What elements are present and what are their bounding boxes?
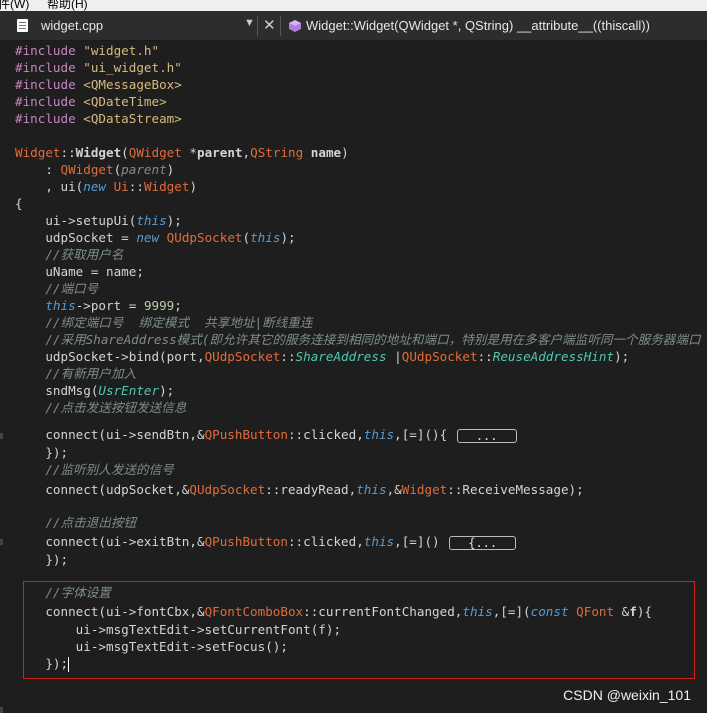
fold-marker[interactable] [0, 539, 3, 545]
code-line: ui->setupUi(this); [15, 213, 182, 228]
code-line: connect(ui->exitBtn,&QPushButton::clicke… [15, 533, 517, 550]
code-editor[interactable]: #include "widget.h" #include "ui_widget.… [0, 41, 707, 713]
code-line: connect(udpSocket,&QUdpSocket::readyRead… [15, 482, 584, 497]
code-comment: //端口号 [15, 281, 99, 296]
code-line: #include "ui_widget.h" [15, 60, 182, 75]
editor-tab-bar: widget.cpp ▼ ✕ Widget::Widget(QWidget *,… [0, 11, 707, 41]
text-cursor [68, 657, 70, 672]
code-line: , ui(new Ui::Widget) [15, 179, 198, 194]
code-line: }); [15, 445, 69, 460]
code-comment: //字体设置 [15, 585, 111, 600]
divider [280, 16, 281, 36]
file-icon [17, 19, 28, 32]
function-selector[interactable]: Widget::Widget(QWidget *, QString) __att… [306, 18, 650, 33]
fold-marker[interactable] [0, 433, 3, 439]
code-comment: //获取用户名 [15, 247, 124, 262]
code-line: #include <QDataStream> [15, 111, 182, 126]
code-line: Widget::Widget(QWidget *parent,QString n… [15, 145, 349, 160]
menu-bar: 件(W) 帮助(H) [0, 0, 707, 11]
file-name-label[interactable]: widget.cpp [41, 18, 103, 33]
function-symbol-icon [289, 20, 301, 32]
code-comment: //监听别人发送的信号 [15, 462, 174, 477]
code-line: this->port = 9999; [45, 298, 182, 313]
code-line: connect(ui->fontCbx,&QFontComboBox::curr… [15, 604, 653, 619]
code-comment: //点击发送按钮发送信息 [15, 400, 187, 415]
code-line: }); [15, 656, 70, 672]
code-comment: //采用ShareAddress模式(即允许其它的服务连接到相同的地址和端口，特… [15, 332, 701, 347]
code-line: #include <QMessageBox> [15, 77, 182, 92]
code-line: : QWidget(parent) [15, 162, 175, 177]
code-line: #include <QDateTime> [15, 94, 167, 109]
code-comment: //点击退出按钮 [15, 515, 137, 530]
code-comment: //绑定端口号 绑定模式 共享地址|断线重连 [15, 315, 313, 330]
menu-item-window[interactable]: 件(W) [0, 0, 29, 11]
code-line: udpSocket = new QUdpSocket(this); [15, 230, 296, 245]
chevron-down-icon[interactable]: ▼ [244, 17, 255, 29]
divider [257, 16, 258, 36]
code-line: connect(ui->sendBtn,&QPushButton::clicke… [15, 426, 517, 443]
menu-item-help[interactable]: 帮助(H) [47, 0, 88, 11]
collapsed-block-button[interactable]: ... [456, 428, 517, 443]
code-line: ui->msgTextEdit->setFocus(); [15, 639, 288, 654]
code-line: #include "widget.h" [15, 43, 160, 58]
close-icon[interactable]: ✕ [263, 16, 276, 34]
code-line: sndMsg(UsrEnter); [15, 383, 175, 398]
code-line: }); [15, 552, 69, 567]
fold-marker[interactable] [0, 707, 3, 713]
code-line: { [15, 196, 23, 211]
collapsed-block-button[interactable]: {... [449, 535, 517, 550]
code-line: ui->msgTextEdit->setCurrentFont(f); [15, 622, 342, 637]
code-comment: //有新用户加入 [15, 366, 137, 381]
watermark: CSDN @weixin_101 [563, 687, 691, 703]
code-line: uName = name; [15, 264, 144, 279]
code-line: udpSocket->bind(port,QUdpSocket::ShareAd… [15, 349, 630, 364]
